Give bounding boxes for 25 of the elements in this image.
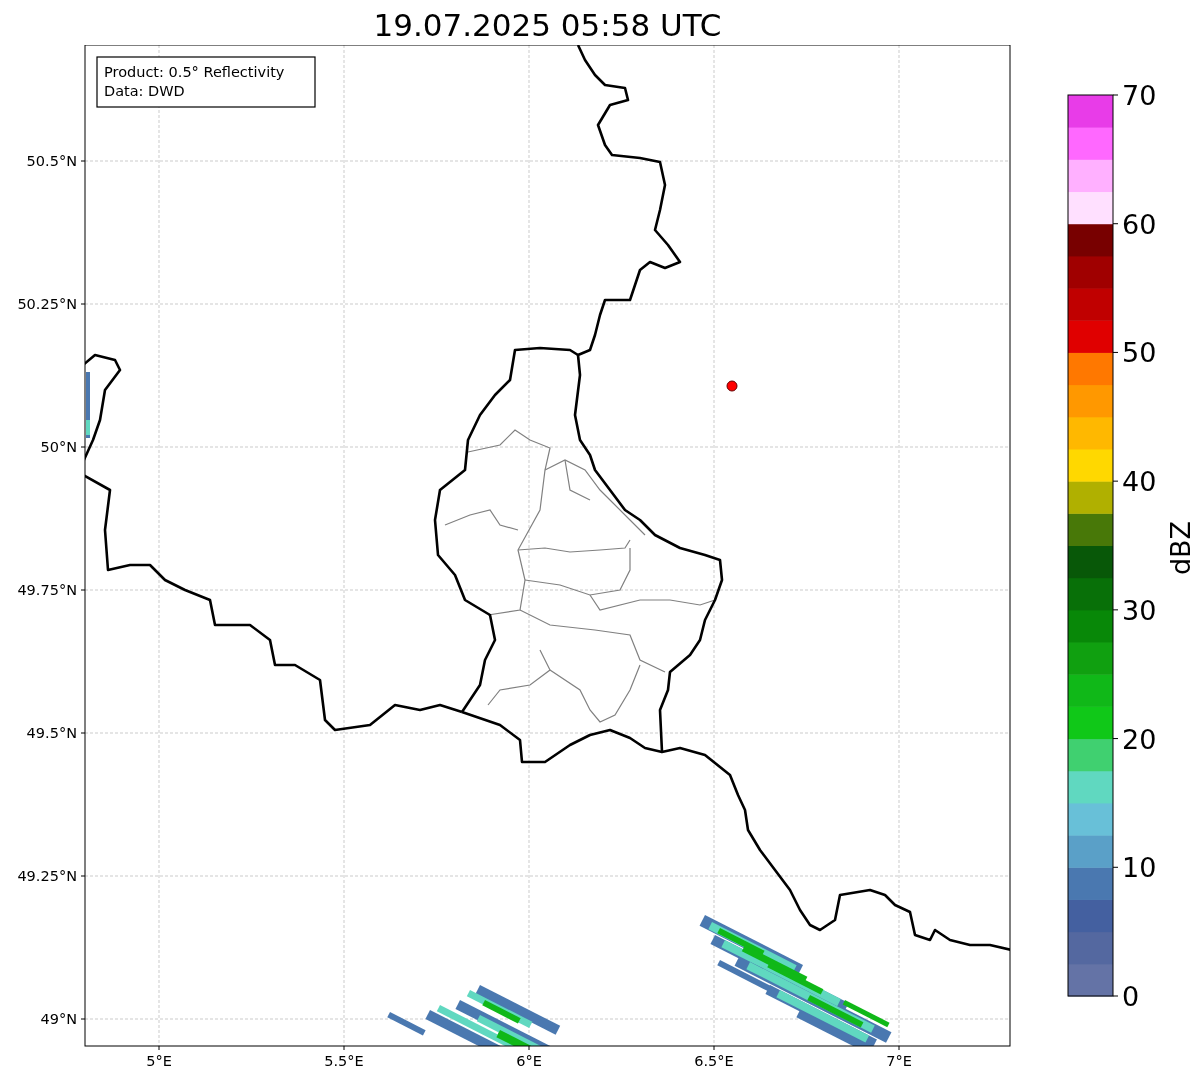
axis-tick-label: 50.5°N [26, 153, 77, 169]
colorbar-label: dBZ [1165, 520, 1196, 576]
location-marker [726, 380, 738, 392]
colorbar-tick-label: 40 [1122, 466, 1157, 498]
colorbar-tick-label: 30 [1122, 594, 1157, 626]
colorbar-tick-label: 10 [1122, 852, 1157, 884]
axis-tick-label: 5°E [146, 1053, 172, 1069]
chart-title: 19.07.2025 05:58 UTC [373, 6, 722, 45]
axis-tick-label: 49°N [40, 1011, 77, 1027]
info-text: Product: 0.5° Reflectivity [104, 64, 285, 80]
info-text: Data: DWD [104, 83, 185, 99]
axis-tick-label: 50.25°N [17, 296, 77, 312]
colorbar-tick-label: 50 [1122, 337, 1157, 369]
colorbar-tick-label: 60 [1122, 208, 1157, 240]
axis-tick-label: 7°E [886, 1053, 912, 1069]
axis-tick-label: 49.5°N [26, 725, 77, 741]
axis-tick-label: 6°E [516, 1053, 542, 1069]
axis-tick-label: 49.25°N [17, 868, 77, 884]
colorbar-tick-label: 0 [1122, 981, 1140, 1012]
axis-tick-label: 50°N [40, 439, 77, 455]
axis-tick-label: 5.5°E [324, 1053, 364, 1069]
axis-tick-label: 49.75°N [17, 582, 77, 598]
colorbar-tick-label: 20 [1122, 723, 1157, 755]
axis-tick-label: 6.5°E [694, 1053, 734, 1069]
colorbar-tick-label: 70 [1122, 80, 1157, 111]
